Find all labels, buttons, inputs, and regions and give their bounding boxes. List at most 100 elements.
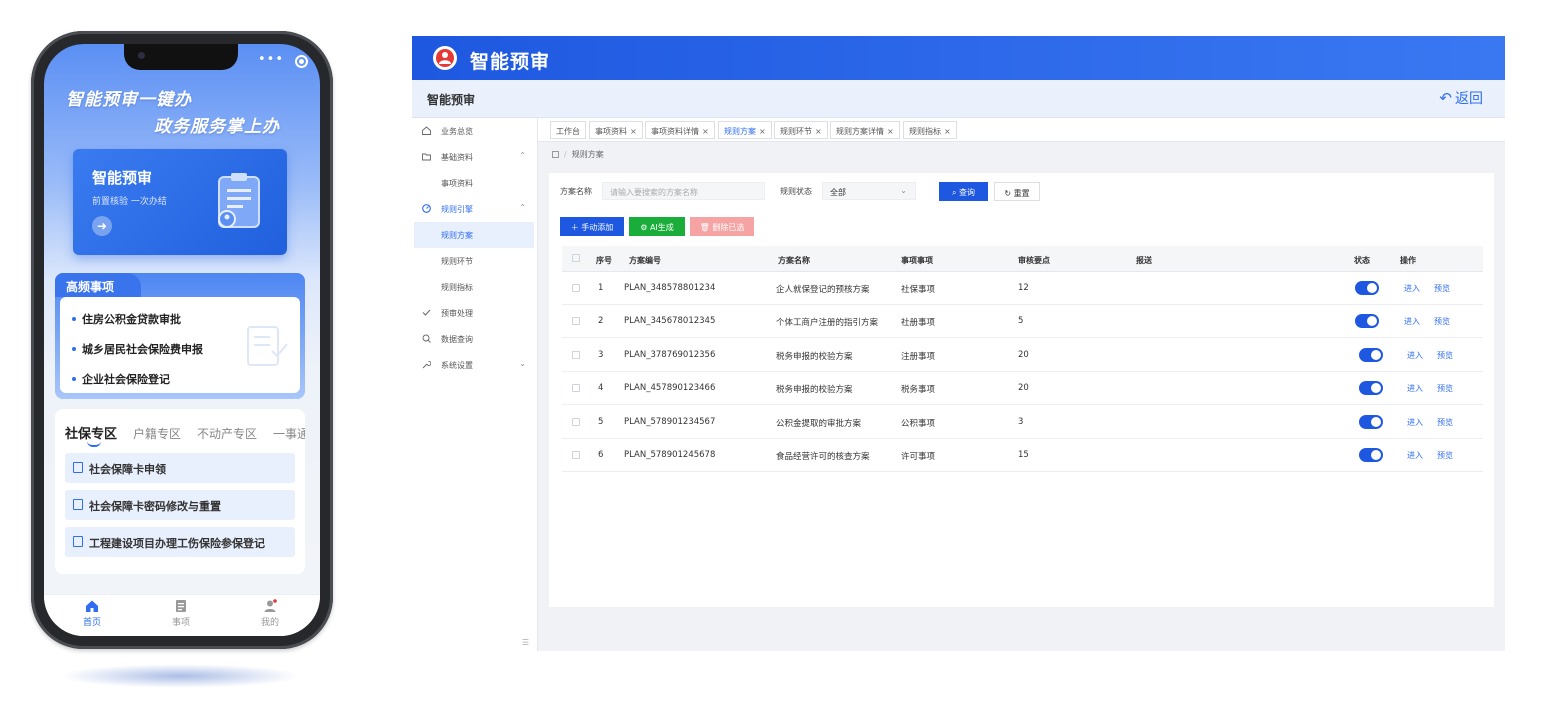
home-icon bbox=[86, 600, 98, 612]
back-button[interactable]: ↶ 返回 bbox=[1439, 88, 1483, 108]
sidebar-item-rule-engine[interactable]: 规则引擎 ⌃ bbox=[412, 196, 538, 222]
ai-generate-button[interactable]: ⚙ AI生成 bbox=[629, 217, 685, 236]
arrow-right-icon[interactable]: ➜ bbox=[92, 216, 112, 236]
preview-link[interactable]: 预览 bbox=[1437, 350, 1453, 361]
tabbar-home[interactable]: 首页 bbox=[62, 599, 122, 628]
close-icon[interactable]: × bbox=[702, 127, 709, 136]
tab-rule-plan[interactable]: 规则方案 × bbox=[718, 121, 772, 139]
sidebar-item-overview[interactable]: 业务总览 bbox=[412, 118, 538, 144]
frequent-item[interactable]: 住房公积金贷款审批 bbox=[72, 311, 181, 327]
sidebar-item-settings[interactable]: 系统设置 ⌄ bbox=[412, 352, 538, 378]
search-icon: ⌕ bbox=[951, 188, 960, 197]
row-checkbox[interactable] bbox=[572, 384, 580, 392]
camera-icon bbox=[138, 52, 145, 59]
status-toggle[interactable] bbox=[1359, 348, 1383, 362]
zone-tab-household[interactable]: 户籍专区 bbox=[133, 427, 181, 441]
frequent-list: 住房公积金贷款审批 城乡居民社会保险费申报 企业社会保险登记 bbox=[60, 297, 300, 393]
status-toggle[interactable] bbox=[1359, 448, 1383, 462]
delete-selected-button[interactable]: 🗑 删除已选 bbox=[690, 217, 754, 236]
bullet-icon bbox=[72, 317, 76, 321]
edit-document-icon bbox=[73, 462, 83, 473]
enter-link[interactable]: 进入 bbox=[1404, 316, 1420, 327]
tab-rule-plan-detail[interactable]: 规则方案详情 × bbox=[830, 121, 900, 139]
more-icon[interactable]: ••• bbox=[258, 52, 284, 67]
enter-link[interactable]: 进入 bbox=[1407, 383, 1423, 394]
reset-button[interactable]: ↻ 重置 bbox=[994, 182, 1040, 201]
frequent-item[interactable]: 企业社会保险登记 bbox=[72, 371, 170, 387]
tabbar-items[interactable]: 事项 bbox=[151, 599, 211, 628]
row-checkbox[interactable] bbox=[572, 451, 580, 459]
phone-shadow bbox=[60, 664, 300, 688]
zone-tab-property[interactable]: 不动产专区 bbox=[197, 427, 257, 441]
bullet-icon bbox=[72, 377, 76, 381]
sidebar-item-data-query[interactable]: 数据查询 bbox=[412, 326, 538, 352]
select-all-checkbox[interactable] bbox=[572, 254, 580, 262]
tab-matter-detail[interactable]: 事项资料详情 × bbox=[645, 121, 715, 139]
tab-matter-data[interactable]: 事项资料 × bbox=[589, 121, 643, 139]
tab-rule-step[interactable]: 规则环节 × bbox=[774, 121, 828, 139]
sidebar-item-rule-step[interactable]: 规则环节 bbox=[412, 248, 538, 274]
preview-link[interactable]: 预览 bbox=[1437, 383, 1453, 394]
enter-link[interactable]: 进入 bbox=[1407, 350, 1423, 361]
close-target-icon[interactable] bbox=[295, 55, 308, 68]
status-toggle[interactable] bbox=[1359, 381, 1383, 395]
table-row: 1 PLAN_348578801234 企人就保登记的预核方案 社保事项 12 … bbox=[562, 272, 1483, 305]
close-icon[interactable]: × bbox=[944, 127, 951, 136]
logo-icon bbox=[433, 46, 457, 70]
refresh-icon: ↻ bbox=[1004, 189, 1014, 198]
col-name: 方案名称 bbox=[778, 256, 810, 265]
row-checkbox[interactable] bbox=[572, 317, 580, 325]
list-icon bbox=[176, 600, 186, 612]
sidebar-item-rule-plan[interactable]: 规则方案 bbox=[414, 222, 534, 248]
close-icon[interactable]: × bbox=[759, 127, 766, 136]
close-icon[interactable]: × bbox=[815, 127, 822, 136]
add-manual-button[interactable]: ＋ 手动添加 bbox=[560, 217, 624, 236]
status-toggle[interactable] bbox=[1359, 415, 1383, 429]
open-tabs-bar: 工作台 事项资料 × 事项资料详情 × 规则方案 × 规则环节 × 规则方案详情 × 规则… bbox=[538, 118, 1505, 142]
close-icon[interactable]: × bbox=[630, 127, 637, 136]
zone-card: 社保专区 户籍专区 不动产专区 一事通 社会保障卡申领 社会保障卡密码修改与重置 工程… bbox=[55, 409, 305, 574]
col-submit: 报送 bbox=[1136, 256, 1152, 265]
status-toggle[interactable] bbox=[1355, 281, 1379, 295]
row-checkbox[interactable] bbox=[572, 418, 580, 426]
enter-link[interactable]: 进入 bbox=[1407, 417, 1423, 428]
enter-link[interactable]: 进入 bbox=[1404, 283, 1420, 294]
zone-tab-one-thing[interactable]: 一事通 bbox=[273, 427, 305, 441]
query-button[interactable]: ⌕ 查询 bbox=[939, 182, 988, 201]
zone-item[interactable]: 工程建设项目办理工伤保险参保登记 bbox=[65, 527, 295, 557]
check-icon bbox=[422, 309, 431, 316]
status-toggle[interactable] bbox=[1355, 314, 1379, 328]
status-select[interactable]: 全部 ⌄ bbox=[822, 182, 916, 200]
grid-icon[interactable] bbox=[552, 151, 559, 158]
preview-link[interactable]: 预览 bbox=[1437, 417, 1453, 428]
plan-name-search-input[interactable]: 请输入要搜索的方案名称 bbox=[602, 182, 765, 200]
enter-link[interactable]: 进入 bbox=[1407, 450, 1423, 461]
zone-item[interactable]: 社会保障卡密码修改与重置 bbox=[65, 490, 295, 520]
collapse-sidebar-icon[interactable]: ☰ bbox=[522, 638, 529, 647]
row-checkbox[interactable] bbox=[572, 284, 580, 292]
phone-notch bbox=[124, 44, 238, 70]
frequent-title: 高频事项 bbox=[55, 273, 141, 297]
page-title: 智能预审 bbox=[427, 93, 476, 107]
sidebar-item-precheck[interactable]: 预审处理 bbox=[412, 300, 538, 326]
tab-rule-indicator[interactable]: 规则指标 × bbox=[903, 121, 957, 139]
preview-link[interactable]: 预览 bbox=[1434, 283, 1450, 294]
zone-item[interactable]: 社会保障卡申领 bbox=[65, 453, 295, 483]
sidebar-item-matter-data[interactable]: 事项资料 bbox=[412, 170, 538, 196]
sidebar-item-basic-data[interactable]: 基础资料 ⌃ bbox=[412, 144, 538, 170]
tab-workbench[interactable]: 工作台 bbox=[550, 121, 586, 139]
close-icon[interactable]: × bbox=[887, 127, 894, 136]
tabbar-mine[interactable]: 我的 bbox=[240, 599, 300, 628]
preview-link[interactable]: 预览 bbox=[1437, 450, 1453, 461]
preview-link[interactable]: 预览 bbox=[1434, 316, 1450, 327]
col-points: 审核要点 bbox=[1018, 256, 1050, 265]
home-icon bbox=[422, 126, 431, 135]
hero-card[interactable]: 智能预审 前置核验 一次办结 ➜ bbox=[73, 149, 287, 255]
hero-title: 智能预审 bbox=[92, 169, 153, 187]
chevron-up-icon: ⌃ bbox=[519, 151, 526, 160]
trash-icon: 🗑 bbox=[699, 223, 713, 232]
frequent-item[interactable]: 城乡居民社会保险费申报 bbox=[72, 341, 203, 357]
sidebar-item-rule-indicator[interactable]: 规则指标 bbox=[412, 274, 538, 300]
zone-tab-social[interactable]: 社保专区 bbox=[65, 427, 117, 442]
row-checkbox[interactable] bbox=[572, 351, 580, 359]
